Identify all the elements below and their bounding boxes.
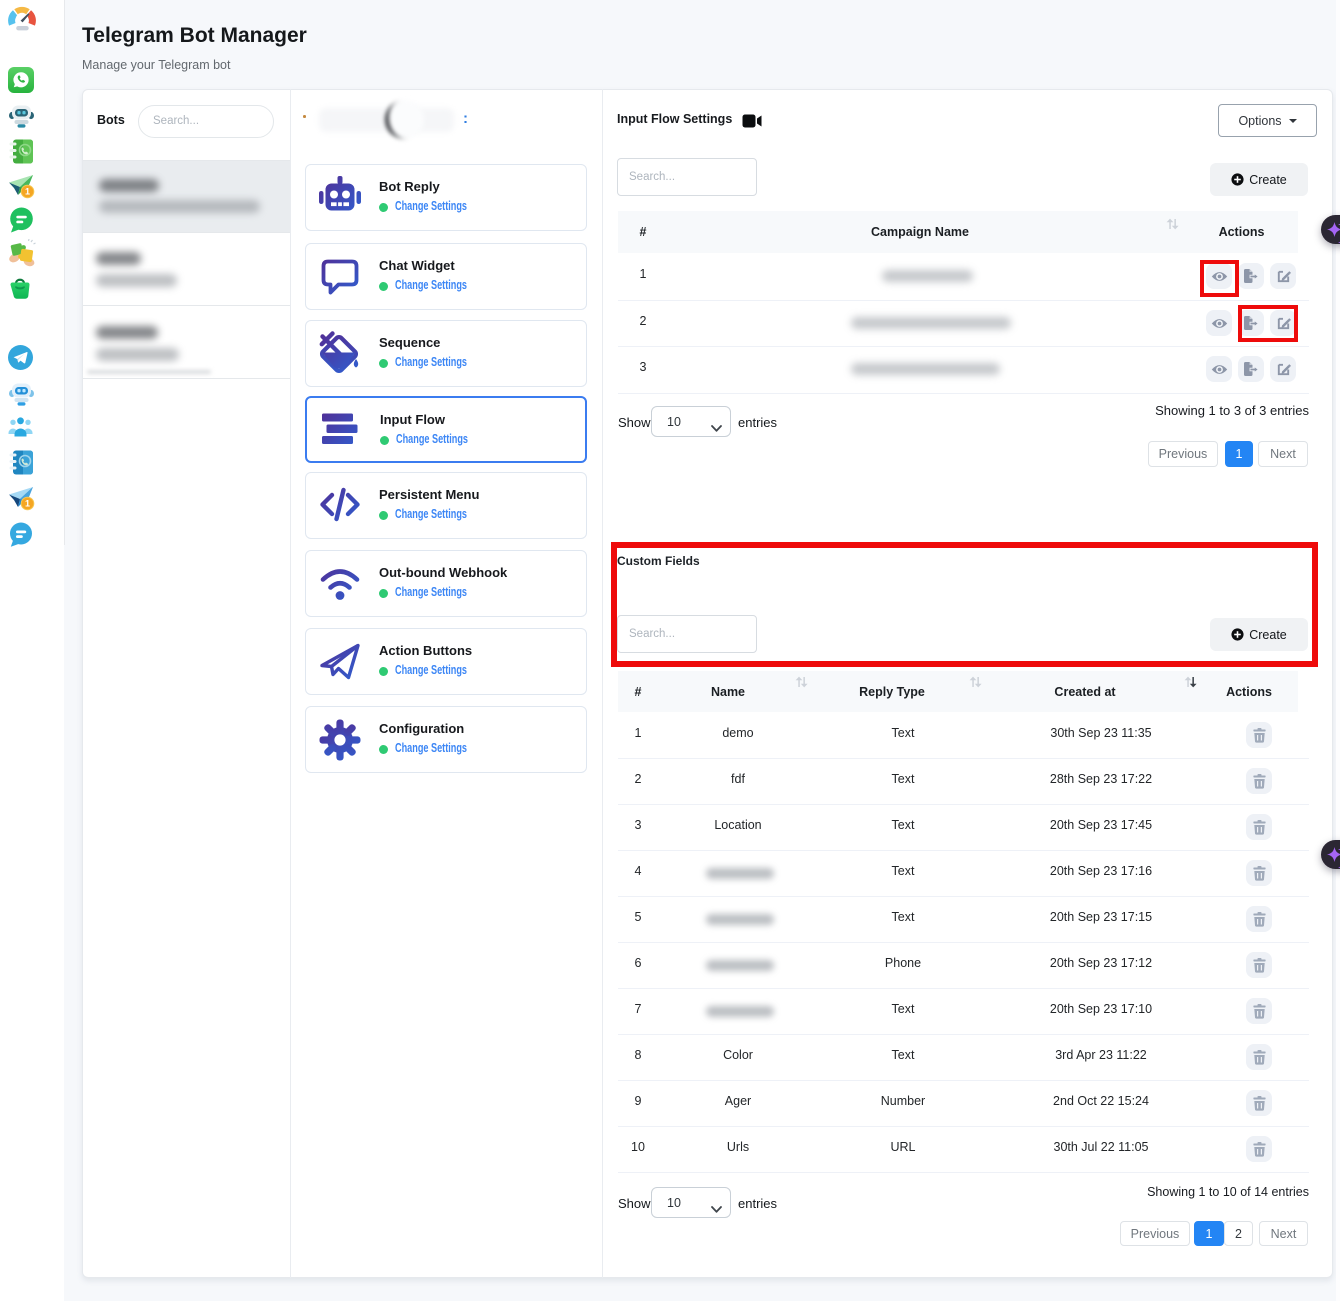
svg-text:1: 1 [25,499,30,509]
svg-text:1: 1 [25,187,30,197]
